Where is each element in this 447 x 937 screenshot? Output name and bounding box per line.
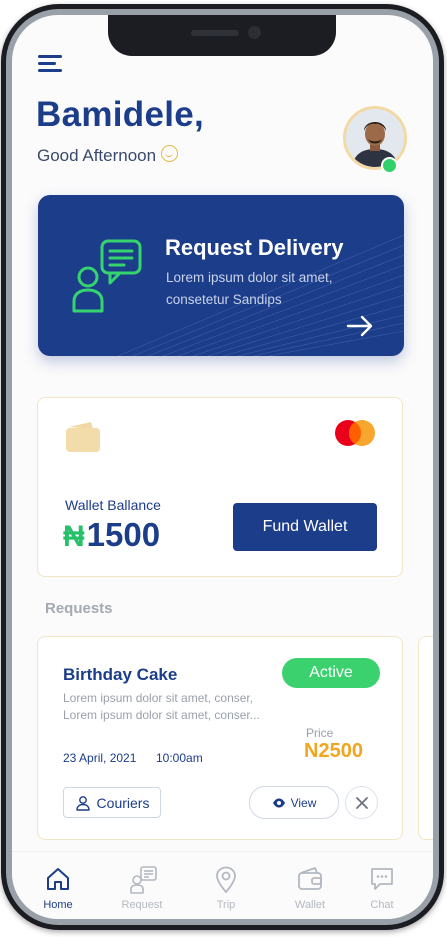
next-request-card[interactable] <box>418 636 433 840</box>
nav-label-request: Request <box>121 899 163 911</box>
app-screen: Bamidele, Good Afternoon Request Deliver… <box>12 15 433 919</box>
price-value: N2500 <box>304 740 363 762</box>
home-icon <box>47 868 69 890</box>
nav-item-chat[interactable]: Chat <box>340 852 424 919</box>
nav-item-request[interactable]: Request <box>100 852 184 919</box>
front-camera <box>248 26 261 39</box>
couriers-label: Couriers <box>96 794 150 811</box>
requests-section-title: Requests <box>45 600 113 617</box>
request-time: 10:00am <box>156 751 203 765</box>
balance-value: 1500 <box>86 516 161 553</box>
currency-symbol: ₦ <box>63 520 85 553</box>
request-icon <box>130 866 157 894</box>
greeting-text: Good Afternoon <box>37 145 179 166</box>
wallet-icon <box>66 422 100 452</box>
greeting-label: Good Afternoon <box>37 146 157 165</box>
wallet-balance-amount: ₦1500 <box>63 516 160 554</box>
request-delivery-card[interactable]: Request Delivery Lorem ipsum dolor sit a… <box>38 195 404 356</box>
request-description: Lorem ipsum dolor sit amet, conser, Lore… <box>63 691 260 722</box>
fund-wallet-button[interactable]: Fund Wallet <box>233 503 377 551</box>
avatar[interactable] <box>343 106 407 170</box>
view-label: View <box>290 795 317 810</box>
arrow-right-icon[interactable] <box>346 315 374 337</box>
status-badge: Active <box>282 658 380 688</box>
delivery-card-description: Lorem ipsum dolor sit amet, consetetur S… <box>166 270 333 307</box>
wallet-balance-label: Wallet Ballance <box>65 497 161 513</box>
phone-frame: Bamidele, Good Afternoon Request Deliver… <box>1 4 444 930</box>
nav-label-chat: Chat <box>370 899 394 911</box>
view-button[interactable]: View <box>249 786 339 819</box>
menu-icon[interactable] <box>38 53 64 73</box>
bottom-navigation: Home Request Trip Wallet Chat <box>12 851 433 919</box>
user-icon <box>75 795 90 811</box>
close-button[interactable] <box>345 786 378 819</box>
wallet-card: Wallet Ballance ₦1500 Fund Wallet <box>37 397 403 577</box>
nav-label-trip: Trip <box>216 899 236 911</box>
request-date: 23 April, 2021 <box>63 751 137 765</box>
location-pin-icon <box>216 866 236 893</box>
wallet-icon <box>298 867 322 890</box>
smile-icon <box>161 145 179 162</box>
speaker-grille <box>191 30 239 36</box>
eye-icon <box>272 798 285 807</box>
request-title: Birthday Cake <box>63 665 178 684</box>
request-card[interactable]: Birthday Cake Lorem ipsum dolor sit amet… <box>37 636 403 840</box>
phone-notch <box>108 15 336 56</box>
delivery-card-title: Request Delivery <box>165 235 344 260</box>
nav-label-home: Home <box>43 899 73 911</box>
couriers-button[interactable]: Couriers <box>63 787 161 818</box>
online-status-dot <box>381 157 398 174</box>
nav-item-home[interactable]: Home <box>16 852 100 919</box>
price-label: Price <box>306 726 334 740</box>
courier-chat-icon <box>72 239 142 313</box>
mastercard-icon <box>335 420 375 446</box>
close-icon <box>355 796 368 809</box>
user-name: Bamidele, <box>36 95 205 134</box>
chat-icon <box>371 868 393 890</box>
nav-item-trip[interactable]: Trip <box>184 852 268 919</box>
